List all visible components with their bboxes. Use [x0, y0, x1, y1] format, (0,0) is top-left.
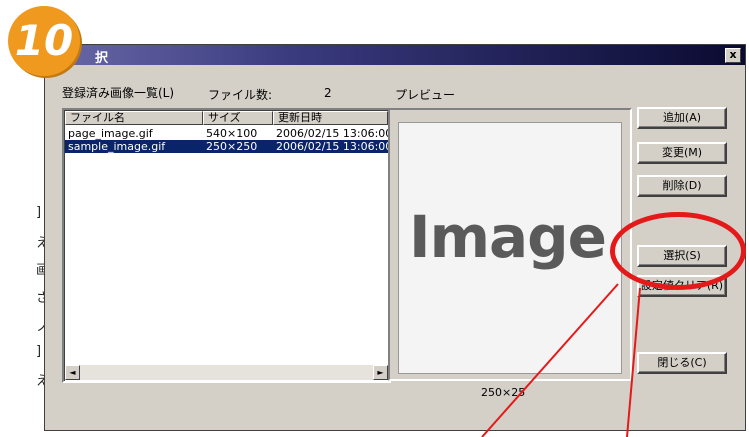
window-title: 択 [95, 51, 109, 66]
list-header: ファイル名 サイズ 更新日時 [65, 111, 388, 125]
scroll-right-icon[interactable]: ► [373, 365, 388, 380]
background-text-fragment: ] [36, 344, 42, 359]
step-number-badge: 10 [8, 6, 80, 76]
preview-image: Image [398, 122, 622, 374]
add-button[interactable]: 追加(A) [637, 107, 727, 129]
close-button[interactable]: 閉じる(C) [637, 352, 727, 374]
row-size: 540×100 [206, 127, 258, 140]
preview-dimensions: 250×25 [481, 386, 526, 399]
column-header-size[interactable]: サイズ [203, 111, 273, 125]
preview-label: プレビュー [395, 88, 456, 102]
background-text-fragment: ] [36, 205, 42, 220]
highlight-circle [610, 212, 746, 290]
row-size: 250×250 [206, 140, 258, 153]
file-count-label: ファイル数: [208, 88, 273, 102]
preview-image-text: Image [409, 203, 607, 271]
row-filename: page_image.gif [68, 127, 153, 140]
table-row-selected[interactable]: sample_image.gif 250×250 2006/02/15 13:0… [65, 140, 388, 153]
column-header-date[interactable]: 更新日時 [273, 111, 388, 125]
scroll-left-icon[interactable]: ◄ [65, 365, 80, 380]
registered-list-label: 登録済み画像一覧(L) [62, 86, 175, 100]
close-icon[interactable]: x [725, 48, 741, 63]
column-header-filename[interactable]: ファイル名 [65, 111, 203, 125]
horizontal-scrollbar[interactable]: ◄ ► [65, 365, 388, 380]
image-list[interactable]: ファイル名 サイズ 更新日時 page_image.gif 540×100 20… [62, 108, 391, 383]
row-filename: sample_image.gif [68, 140, 166, 153]
delete-button[interactable]: 削除(D) [637, 175, 727, 197]
row-date: 2006/02/15 13:06:00 [276, 140, 388, 153]
table-row[interactable]: page_image.gif 540×100 2006/02/15 13:06:… [65, 127, 388, 140]
change-button[interactable]: 変更(M) [637, 142, 727, 164]
file-count-value: 2 [324, 86, 332, 100]
preview-panel: Image [388, 108, 632, 381]
row-date: 2006/02/15 13:06:00 [276, 127, 388, 140]
title-bar[interactable]: 択 x [45, 45, 745, 66]
